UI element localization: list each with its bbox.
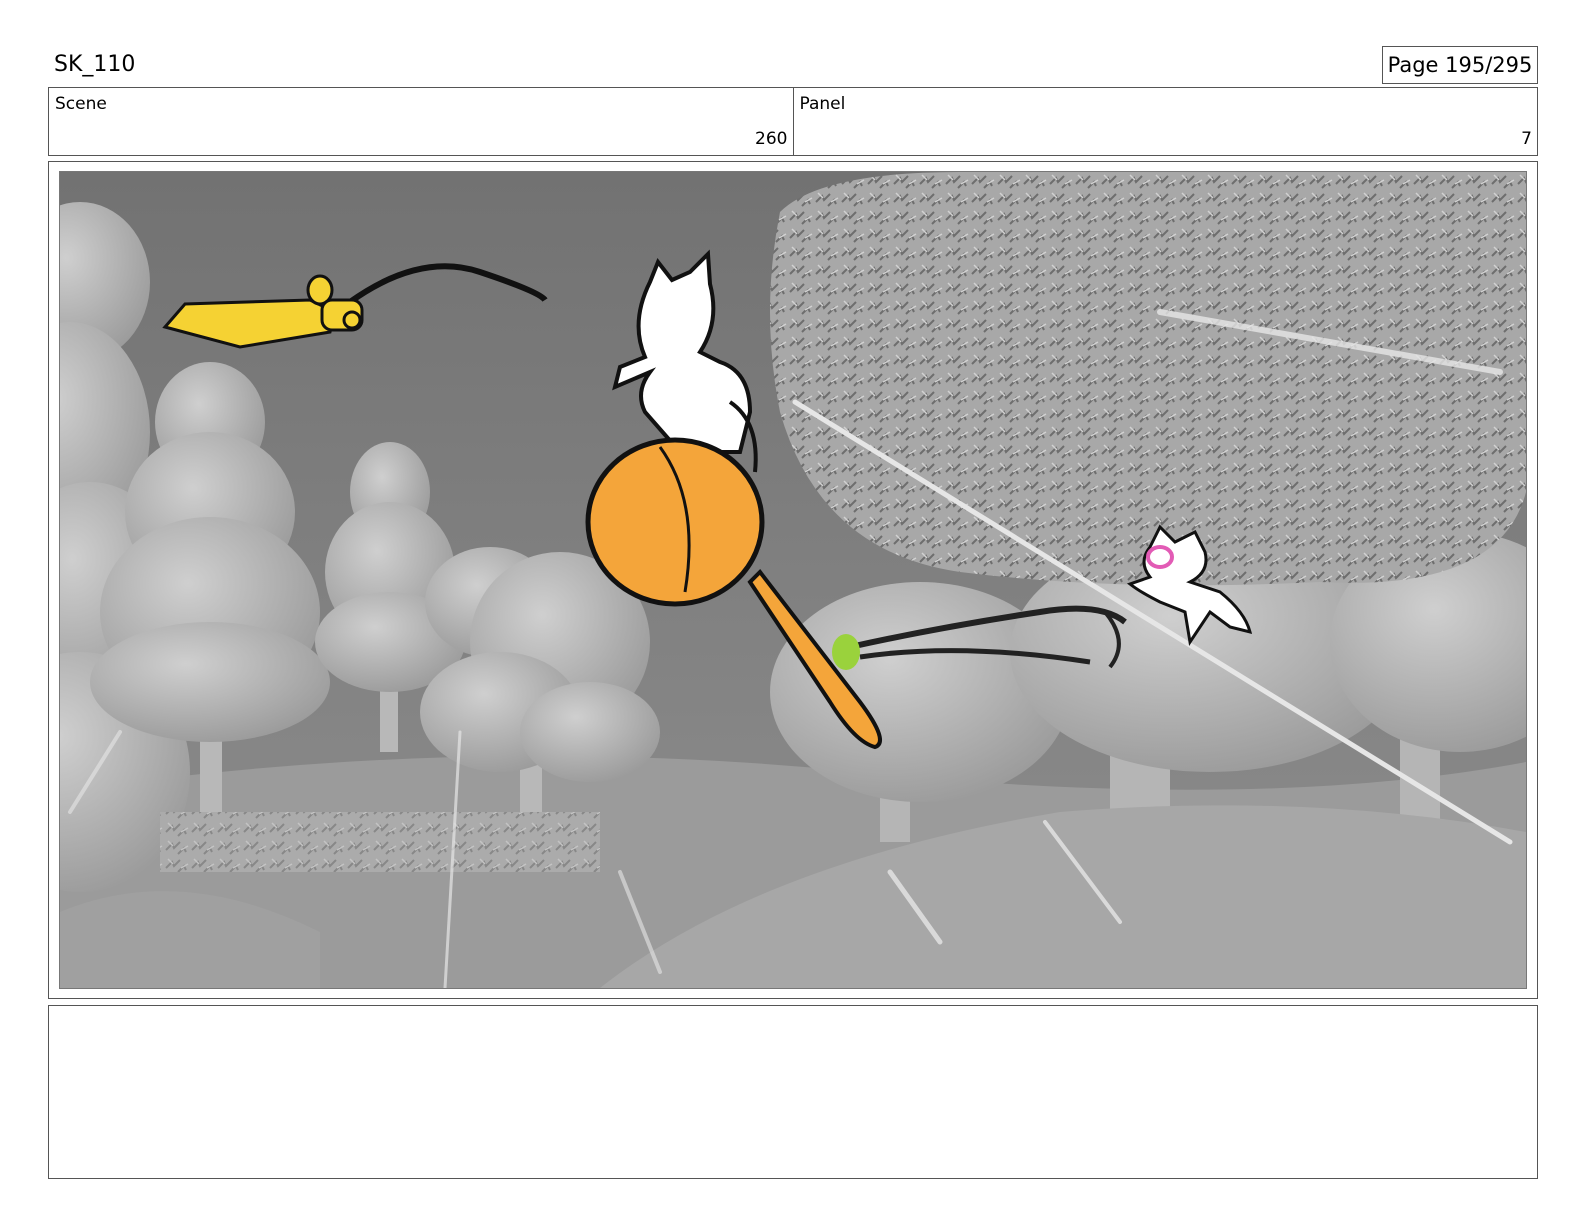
project-title: SK_110 — [54, 52, 136, 77]
panel-notes-box — [48, 1005, 1538, 1179]
scene-cell: Scene 260 — [49, 88, 793, 155]
scene-label: Scene — [55, 94, 107, 114]
panel-label: Panel — [799, 94, 846, 114]
panel-cell: Panel 7 — [792, 88, 1538, 155]
storyboard-panel-image — [59, 171, 1527, 989]
scene-panel-info: Scene 260 Panel 7 — [48, 87, 1538, 156]
scene-number: 260 — [755, 129, 788, 149]
large-tree-right — [770, 172, 1526, 842]
page-counter: Page 195/295 — [1382, 46, 1538, 84]
storyboard-panel-frame — [48, 161, 1538, 999]
panel-number: 7 — [1521, 129, 1532, 149]
hedge-row — [160, 812, 600, 872]
forest-scene-illustration — [60, 172, 1526, 988]
